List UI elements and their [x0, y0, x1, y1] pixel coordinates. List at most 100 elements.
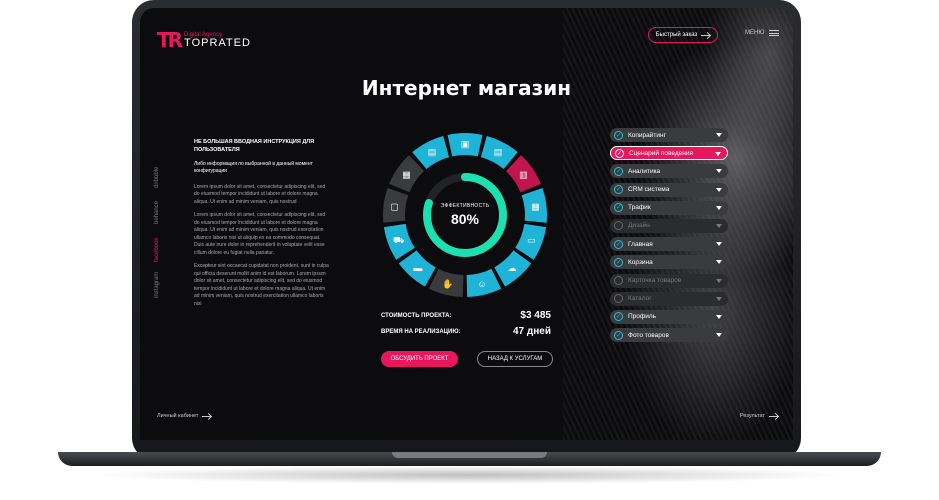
cabinet-link[interactable]: Личный кабинет [157, 413, 212, 419]
check-circle-icon[interactable]: ✓ [614, 257, 623, 267]
cost-row: СТОИМОСТЬ ПРОЕКТА: $3 485 [381, 310, 551, 321]
chevron-down-icon[interactable] [716, 187, 722, 192]
check-circle-icon[interactable]: ✓ [614, 276, 623, 285]
social-links: dribbble behance facebook instagram [154, 158, 164, 298]
service-label: Профиль [628, 313, 657, 321]
check-circle-icon[interactable]: ✓ [614, 312, 623, 322]
chevron-down-icon[interactable] [716, 242, 722, 247]
service-item[interactable]: ✓ CRM система [610, 182, 728, 197]
social-facebook[interactable]: facebook [154, 238, 160, 262]
efficiency-value: 80% [450, 211, 480, 227]
intro-paragraph: Lorem ipsum dolor sit amet, consectetur … [194, 183, 326, 205]
back-to-services-button[interactable]: НАЗАД К УСЛУГАМ [477, 351, 553, 367]
monitor-icon: ▢ [390, 201, 399, 211]
screen: TR Digital Agency TOPRATED Быстрый заказ… [140, 8, 793, 440]
page-title: Интернет магазин [361, 76, 572, 100]
arrow-right-icon [701, 34, 711, 36]
laptop-shadow [90, 466, 850, 484]
check-circle-icon[interactable]: ✓ [614, 203, 623, 213]
cloud-icon: ☁ [508, 263, 517, 273]
time-row: ВРЕМЯ НА РЕАЛИЗАЦИЮ: 47 дней [381, 326, 551, 337]
service-item[interactable]: ✓ Аналитика [610, 164, 728, 179]
logo[interactable]: TR Digital Agency TOPRATED [157, 28, 251, 52]
discuss-project-button[interactable]: ОБСУДИТЬ ПРОЕКТ [381, 351, 458, 367]
service-donut: ▣ ▤ ▥ ▦ ▭ ☁ ☺ ✋ ▬ ⛟ ▢ ▦ ▤ ЭФФЕКТИВНОСТЬ 80% [380, 130, 550, 300]
check-circle-icon[interactable]: ✓ [614, 221, 623, 231]
check-circle-icon[interactable]: ✓ [614, 330, 623, 340]
check-circle-icon[interactable]: ✓ [614, 239, 623, 249]
cabinet-label: Личный кабинет [157, 413, 199, 419]
service-label: Каталог [628, 295, 652, 303]
layout-icon: ▤ [428, 147, 437, 157]
time-value: 47 дней [513, 326, 551, 337]
service-item[interactable]: ✓ Сценарий поведения [610, 146, 728, 161]
chevron-down-icon[interactable] [715, 152, 721, 157]
chevron-down-icon[interactable] [716, 314, 722, 319]
service-item[interactable]: ✓ Карточка товаров [610, 273, 728, 288]
service-label: Фото товаров [628, 331, 669, 339]
service-item[interactable]: ✓ Дизайн [610, 218, 728, 233]
chart-icon: ▦ [531, 201, 540, 211]
services-list: ✓ Копирайтинг ✓ Сценарий поведения ✓ Аналитик… [610, 128, 728, 346]
intro-text: НЕ БОЛЬШАЯ ВВОДНАЯ ИНСТРУКЦИЯ ДЛЯ ПОЛЬЗО… [194, 138, 329, 314]
hand-icon: ✋ [442, 278, 453, 289]
arrow-right-icon [769, 415, 779, 417]
chevron-down-icon[interactable] [716, 278, 722, 283]
time-label: ВРЕМЯ НА РЕАЛИЗАЦИЮ: [381, 328, 461, 335]
intro-paragraph: Lorem ipsum dolor sit amet, consectetur … [194, 212, 326, 256]
cart-icon: ⛟ [393, 235, 404, 245]
check-circle-icon[interactable]: ✓ [615, 148, 624, 158]
grid-icon: ▦ [402, 170, 411, 180]
menu-button[interactable]: МЕНЮ [745, 30, 780, 36]
service-label: Дизайн [628, 222, 650, 230]
service-item[interactable]: ✓ Каталог [610, 291, 728, 306]
logo-mark: TR [157, 28, 183, 52]
service-label: Карточка товаров [628, 277, 682, 284]
social-dribbble[interactable]: dribbble [154, 167, 160, 188]
chevron-down-icon[interactable] [716, 169, 722, 174]
social-behance[interactable]: behance [154, 201, 160, 224]
chevron-down-icon[interactable] [716, 260, 722, 265]
service-item[interactable]: ✓ Корзина [610, 255, 728, 270]
quick-order-button[interactable]: Быстрый заказ [648, 27, 718, 43]
intro-paragraph: Excepteur sint occaecat cupidatat non pr… [194, 263, 329, 307]
service-label: CRM система [628, 186, 670, 194]
chevron-down-icon[interactable] [716, 223, 722, 228]
arrow-right-icon [202, 415, 212, 417]
service-label: Сценарий поведения [629, 149, 693, 157]
service-label: Копирайтинг [628, 131, 666, 139]
service-label: Трафик [628, 204, 651, 212]
hamburger-icon [769, 30, 780, 36]
service-label: Корзина [628, 258, 653, 266]
menu-label: МЕНЮ [745, 30, 765, 36]
efficiency-label: ЭФФЕКТИВНОСТЬ [440, 203, 490, 209]
chevron-down-icon[interactable] [716, 296, 722, 301]
chevron-down-icon[interactable] [716, 133, 722, 137]
laptop-notch [392, 452, 547, 458]
service-item[interactable]: ✓ Главная [610, 237, 728, 252]
check-circle-icon[interactable]: ✓ [614, 130, 623, 140]
service-item[interactable]: ✓ Профиль [610, 309, 728, 324]
check-circle-icon[interactable]: ✓ [614, 166, 623, 176]
check-circle-icon[interactable]: ✓ [614, 185, 623, 195]
service-item[interactable]: ✓ Копирайтинг [610, 128, 728, 142]
intro-sub: Либо информация по выбранной в данный мо… [194, 160, 313, 175]
logo-name: TOPRATED [184, 36, 251, 49]
intro-heading: НЕ БОЛЬШАЯ ВВОДНАЯ ИНСТРУКЦИЯ ДЛЯ ПОЛЬЗО… [194, 139, 315, 154]
result-link[interactable]: Результат [740, 413, 779, 419]
cost-label: СТОИМОСТЬ ПРОЕКТА: [381, 312, 452, 319]
service-item[interactable]: ✓ Трафик [610, 200, 728, 215]
service-label: Аналитика [628, 167, 661, 175]
cost-value: $3 485 [520, 310, 551, 321]
chevron-down-icon[interactable] [716, 333, 722, 338]
image-icon: ▣ [461, 139, 470, 149]
chevron-down-icon[interactable] [716, 205, 722, 210]
card-icon: ▬ [413, 263, 422, 273]
social-instagram[interactable]: instagram [154, 272, 160, 298]
service-label: Главная [628, 240, 653, 248]
check-circle-icon[interactable]: ✓ [614, 294, 623, 304]
quick-order-label: Быстрый заказ [655, 32, 698, 38]
tablet-icon: ▭ [527, 235, 536, 245]
service-item[interactable]: ✓ Фото товаров [610, 328, 728, 343]
clipboard-icon: ▥ [519, 170, 528, 180]
